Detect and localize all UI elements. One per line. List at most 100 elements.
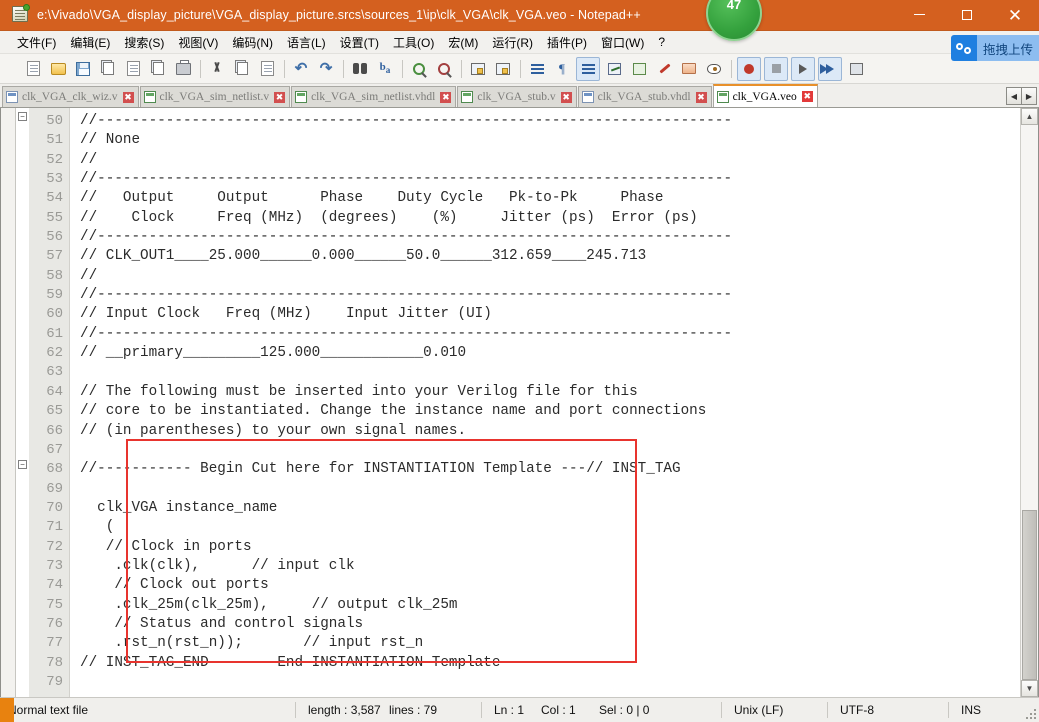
close-all-button[interactable] xyxy=(147,58,169,80)
code-line[interactable]: // __primary_________125.000____________… xyxy=(70,344,1020,363)
menu-item-view[interactable]: 视图(V) xyxy=(171,32,225,53)
vertical-scrollbar[interactable]: ▲ ▼ xyxy=(1020,108,1038,697)
play-macro-button[interactable] xyxy=(791,57,815,81)
word-wrap-button[interactable] xyxy=(526,58,548,80)
maximize-button[interactable] xyxy=(943,0,991,30)
menu-item-help[interactable]: ? xyxy=(651,33,672,51)
folder-as-workspace-button[interactable] xyxy=(678,58,700,80)
show-all-characters-button[interactable]: ¶ xyxy=(551,58,573,80)
code-line[interactable]: .rst_n(rst_n)); // input rst_n xyxy=(70,634,1020,653)
replace-button[interactable]: ba xyxy=(374,58,396,80)
tab-close-icon[interactable]: ✖ xyxy=(696,92,707,103)
menu-item-encoding[interactable]: 编码(N) xyxy=(225,32,280,53)
close-button[interactable]: ✕ xyxy=(991,0,1039,30)
scrollbar-thumb[interactable] xyxy=(1022,510,1037,680)
resize-grip[interactable] xyxy=(1025,708,1037,720)
menu-item-language[interactable]: 语言(L) xyxy=(280,32,333,53)
menu-item-tools[interactable]: 工具(O) xyxy=(386,32,441,53)
code-line[interactable]: ( xyxy=(70,518,1020,537)
scroll-up-button[interactable]: ▲ xyxy=(1021,108,1038,125)
find-button[interactable] xyxy=(349,58,371,80)
document-map-strip[interactable] xyxy=(1,108,16,697)
code-line[interactable]: .clk_25m(clk_25m), // output clk_25m xyxy=(70,596,1020,615)
document-map-button[interactable] xyxy=(653,58,675,80)
zoom-in-button[interactable] xyxy=(408,58,430,80)
code-line[interactable]: .clk(clk), // input clk xyxy=(70,557,1020,576)
zoom-out-button[interactable] xyxy=(433,58,455,80)
code-line[interactable] xyxy=(70,673,1020,692)
undo-button[interactable]: ↶ xyxy=(290,58,312,80)
tab-close-icon[interactable]: ✖ xyxy=(440,92,451,103)
code-line[interactable]: clk_VGA instance_name xyxy=(70,499,1020,518)
code-line[interactable]: // core to be instantiated. Change the i… xyxy=(70,402,1020,421)
tab-close-icon[interactable]: ✖ xyxy=(802,91,813,102)
save-file-button[interactable] xyxy=(72,58,94,80)
scroll-down-button[interactable]: ▼ xyxy=(1021,680,1038,697)
code-line[interactable]: //--------------------------------------… xyxy=(70,170,1020,189)
code-line[interactable]: // Status and control signals xyxy=(70,615,1020,634)
tab-clk-vga-stub-v[interactable]: clk_VGA_stub.v ✖ xyxy=(457,86,576,107)
redo-button[interactable]: ↷ xyxy=(315,58,337,80)
code-line[interactable]: // Clock out ports xyxy=(70,576,1020,595)
code-folding-column[interactable]: − − xyxy=(16,108,29,697)
code-line[interactable]: //--------------------------------------… xyxy=(70,286,1020,305)
run-macro-multiple-button[interactable] xyxy=(818,57,842,81)
stop-record-macro-button[interactable] xyxy=(764,57,788,81)
save-all-button[interactable] xyxy=(97,58,119,80)
menu-item-window[interactable]: 窗口(W) xyxy=(594,32,651,53)
code-line[interactable]: // xyxy=(70,151,1020,170)
code-line[interactable]: // xyxy=(70,267,1020,286)
minimize-button[interactable] xyxy=(895,0,943,30)
code-line[interactable]: //--------------------------------------… xyxy=(70,325,1020,344)
start-record-macro-button[interactable] xyxy=(737,57,761,81)
code-line[interactable]: //----------- Begin Cut here for INSTANT… xyxy=(70,460,1020,479)
tab-clk-vga-sim-netlist-vhdl[interactable]: clk_VGA_sim_netlist.vhdl ✖ xyxy=(291,86,456,107)
fold-marker[interactable]: − xyxy=(18,460,27,469)
menu-item-search[interactable]: 搜索(S) xyxy=(117,32,171,53)
code-line[interactable]: // (in parentheses) to your own signal n… xyxy=(70,422,1020,441)
monitoring-button[interactable] xyxy=(703,58,725,80)
code-line[interactable]: //--------------------------------------… xyxy=(70,112,1020,131)
code-line[interactable]: // INST_TAG_END ------ End INSTANTIATION… xyxy=(70,654,1020,673)
user-defined-dialog-button[interactable] xyxy=(603,58,625,80)
tab-close-icon[interactable]: ✖ xyxy=(274,92,285,103)
new-file-button[interactable] xyxy=(22,58,44,80)
save-current-macro-button[interactable] xyxy=(845,58,867,80)
tab-clk-vga-veo[interactable]: clk_VGA.veo ✖ xyxy=(713,84,818,107)
paste-button[interactable] xyxy=(256,58,278,80)
code-line[interactable]: // The following must be inserted into y… xyxy=(70,383,1020,402)
code-line[interactable]: // Output Output Phase Duty Cycle Pk-to-… xyxy=(70,189,1020,208)
tab-scroll-left-button[interactable]: ◀ xyxy=(1006,87,1022,105)
function-list-button[interactable] xyxy=(628,58,650,80)
code-line[interactable] xyxy=(70,363,1020,382)
tab-clk-vga-clk-wiz-v[interactable]: clk_VGA_clk_wiz.v ✖ xyxy=(2,86,139,107)
print-button[interactable] xyxy=(172,58,194,80)
code-text[interactable]: //--------------------------------------… xyxy=(70,108,1020,697)
tab-close-icon[interactable]: ✖ xyxy=(123,92,134,103)
fold-marker[interactable]: − xyxy=(18,112,27,121)
sync-horizontal-scroll-button[interactable] xyxy=(492,58,514,80)
code-line[interactable] xyxy=(70,441,1020,460)
menu-item-plugins[interactable]: 插件(P) xyxy=(540,32,594,53)
menu-item-settings[interactable]: 设置(T) xyxy=(333,32,386,53)
code-line[interactable] xyxy=(70,480,1020,499)
code-line[interactable]: // Input Clock Freq (MHz) Input Jitter (… xyxy=(70,305,1020,324)
code-line[interactable]: // CLK_OUT1____25.000______0.000______50… xyxy=(70,247,1020,266)
menu-item-file[interactable]: 文件(F) xyxy=(10,32,63,53)
tab-clk-vga-sim-netlist-v[interactable]: clk_VGA_sim_netlist.v ✖ xyxy=(140,86,291,107)
sync-vertical-scroll-button[interactable] xyxy=(467,58,489,80)
close-file-button[interactable] xyxy=(122,58,144,80)
code-line[interactable]: // Clock Freq (MHz) (degrees) (%) Jitter… xyxy=(70,209,1020,228)
cut-button[interactable] xyxy=(206,58,228,80)
code-line[interactable]: // Clock in ports xyxy=(70,538,1020,557)
code-line[interactable]: // None xyxy=(70,131,1020,150)
tab-clk-vga-stub-vhdl[interactable]: clk_VGA_stub.vhdl ✖ xyxy=(578,86,712,107)
drag-upload-widget[interactable]: 拖拽上传 xyxy=(951,35,1039,61)
tab-close-icon[interactable]: ✖ xyxy=(561,92,572,103)
menu-item-edit[interactable]: 编辑(E) xyxy=(63,32,117,53)
copy-button[interactable] xyxy=(231,58,253,80)
open-file-button[interactable] xyxy=(47,58,69,80)
menu-item-macro[interactable]: 宏(M) xyxy=(441,32,485,53)
show-indent-guide-button[interactable] xyxy=(576,57,600,81)
tab-scroll-right-button[interactable]: ▶ xyxy=(1021,87,1037,105)
